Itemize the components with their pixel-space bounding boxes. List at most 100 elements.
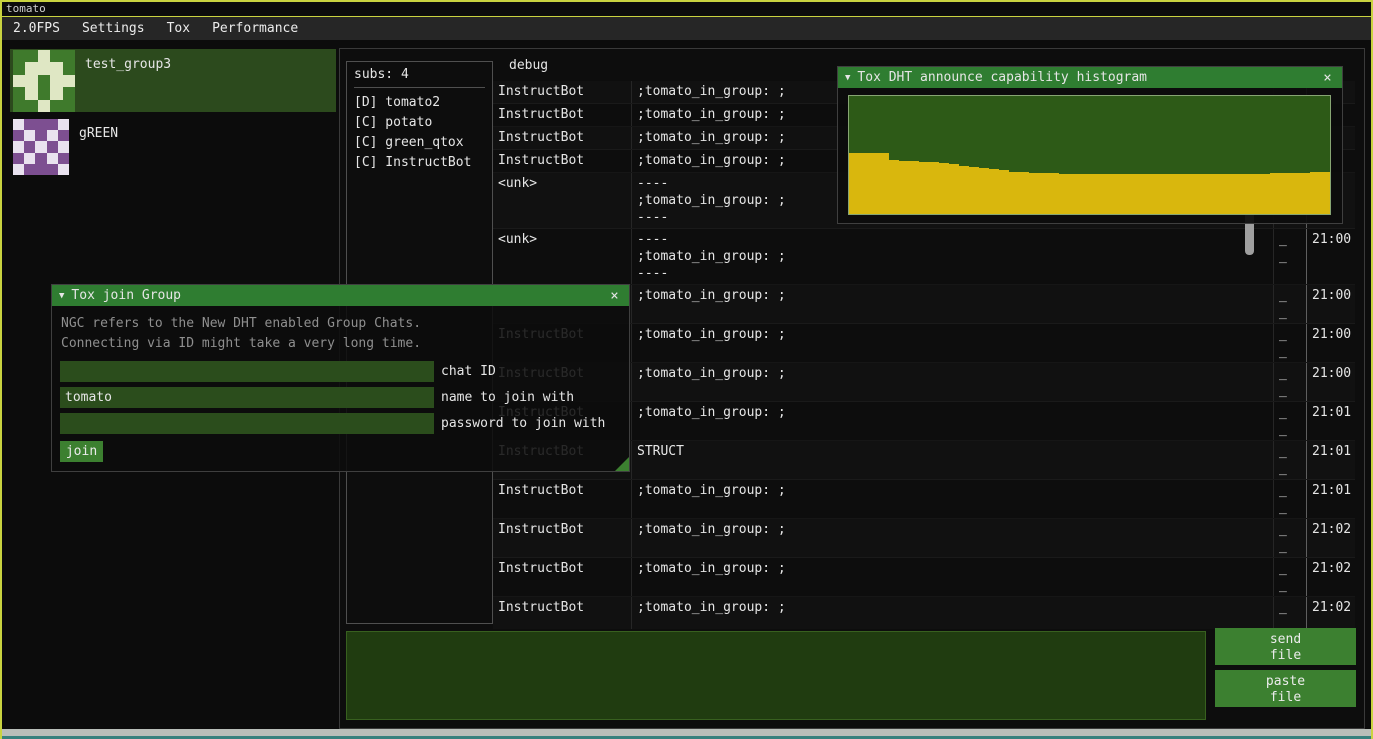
message-text: ;tomato_in_group: ; — [631, 285, 1273, 323]
histogram-window: ▼ Tox DHT announce capability histogram … — [837, 66, 1343, 224]
app-window: tomato 2.0FPSSettingsToxPerformance test… — [0, 0, 1373, 739]
histogram-bar — [869, 153, 879, 214]
join-window-titlebar[interactable]: ▼ Tox join Group × — [52, 285, 629, 306]
menu-item-performance[interactable]: Performance — [201, 17, 309, 40]
histogram-bar — [1139, 174, 1149, 214]
histogram-bar — [899, 161, 909, 214]
join-password-input[interactable] — [60, 413, 434, 434]
window-title: tomato — [2, 2, 1371, 17]
message-time: 21:01 — [1306, 480, 1355, 518]
histogram-bar — [1280, 173, 1290, 214]
histogram-bar — [1059, 174, 1069, 214]
histogram-bar — [1159, 174, 1169, 214]
message-flags: _ _ — [1273, 519, 1306, 557]
message-input[interactable] — [346, 631, 1206, 720]
histogram-bar — [1099, 174, 1109, 214]
histogram-window-titlebar[interactable]: ▼ Tox DHT announce capability histogram … — [838, 67, 1342, 88]
message-text: ;tomato_in_group: ; — [631, 519, 1273, 557]
join-info-line-1: NGC refers to the New DHT enabled Group … — [61, 314, 620, 334]
histogram-bar — [919, 162, 929, 214]
histogram-bar — [1250, 174, 1260, 214]
histogram-plot — [848, 95, 1331, 215]
message-flags: _ _ — [1273, 363, 1306, 401]
message-row: InstructBot;tomato_in_group: ;_ _21:02 — [493, 519, 1355, 558]
group-name: test_group3 — [85, 49, 171, 112]
send-file-button[interactable]: send file — [1215, 628, 1356, 665]
join-button[interactable]: join — [60, 441, 103, 462]
message-flags: _ _ — [1273, 558, 1306, 596]
chat-id-input[interactable] — [60, 361, 434, 382]
histogram-bar — [1170, 174, 1180, 214]
histogram-bar — [949, 164, 959, 214]
message-text: ;tomato_in_group: ; — [631, 402, 1273, 440]
close-icon[interactable]: × — [1320, 70, 1335, 86]
message-text: ;tomato_in_group: ; — [631, 324, 1273, 362]
message-text: ---- ;tomato_in_group: ; ---- — [631, 229, 1273, 284]
message-time: 21:02 — [1306, 558, 1355, 596]
chat-id-label: chat ID — [441, 364, 496, 379]
subs-list-item[interactable]: [C] potato — [354, 113, 485, 133]
histogram-bar — [1079, 174, 1089, 214]
message-flags: _ _ — [1273, 402, 1306, 440]
group-item-gREEN[interactable]: gREEN — [10, 118, 336, 181]
histogram-bar — [1270, 173, 1280, 214]
group-item-test_group3[interactable]: test_group3 — [10, 49, 336, 112]
histogram-bar — [1210, 174, 1220, 214]
histogram-bar — [1200, 174, 1210, 214]
subs-list: [D] tomato2[C] potato[C] green_qtox[C] I… — [354, 93, 485, 173]
subs-list-item[interactable]: [C] green_qtox — [354, 133, 485, 153]
horizontal-scrollbar[interactable] — [2, 729, 1371, 736]
message-row: <unk>---- ;tomato_in_group: ; ----_ _21:… — [493, 229, 1355, 285]
join-name-input[interactable] — [60, 387, 434, 408]
message-sender: <unk> — [493, 229, 631, 284]
group-avatar — [13, 119, 69, 175]
histogram-bar — [859, 153, 869, 214]
join-field-row: password to join with — [60, 413, 629, 434]
histogram-bar — [909, 161, 919, 214]
join-password-label: password to join with — [441, 416, 605, 431]
histogram-bar — [1049, 173, 1059, 214]
menu-item-tox[interactable]: Tox — [156, 17, 201, 40]
histogram-window-title: Tox DHT announce capability histogram — [857, 70, 1313, 85]
collapse-icon[interactable]: ▼ — [845, 73, 850, 83]
message-flags: _ _ — [1273, 324, 1306, 362]
message-sender: InstructBot — [493, 150, 631, 172]
resize-grip[interactable] — [615, 457, 629, 471]
message-text: ;tomato_in_group: ; — [631, 480, 1273, 518]
histogram-bar — [1190, 174, 1200, 214]
menu-item-settings[interactable]: Settings — [71, 17, 156, 40]
message-time: 21:01 — [1306, 441, 1355, 479]
message-sender: InstructBot — [493, 104, 631, 126]
histogram-bar — [1320, 172, 1330, 214]
histogram-bar — [1089, 174, 1099, 214]
message-flags: _ _ — [1273, 441, 1306, 479]
close-icon[interactable]: × — [607, 288, 622, 304]
subs-list-item[interactable]: [D] tomato2 — [354, 93, 485, 113]
histogram-bar — [1119, 174, 1129, 214]
message-row: InstructBot;tomato_in_group: ;_ _21:01 — [493, 480, 1355, 519]
message-time: 21:00 — [1306, 324, 1355, 362]
message-flags: _ _ — [1273, 285, 1306, 323]
histogram-bar — [1300, 173, 1310, 214]
histogram-bar — [1039, 173, 1049, 214]
histogram-bar — [969, 167, 979, 214]
collapse-icon[interactable]: ▼ — [59, 291, 64, 301]
histogram-bar — [979, 168, 989, 214]
subs-list-item[interactable]: [C] InstructBot — [354, 153, 485, 173]
message-text: ;tomato_in_group: ; — [631, 558, 1273, 596]
histogram-bar — [1129, 174, 1139, 214]
histogram-bar — [959, 166, 969, 214]
message-time: 21:00 — [1306, 363, 1355, 401]
histogram-bar — [889, 160, 899, 214]
group-avatar — [13, 50, 75, 112]
join-field-row: name to join with — [60, 387, 629, 408]
histogram-bar — [849, 153, 859, 214]
message-time: 21:00 — [1306, 285, 1355, 323]
histogram-bar — [1260, 174, 1270, 214]
join-info-line-2: Connecting via ID might take a very long… — [61, 334, 620, 354]
message-row: InstructBot;tomato_in_group: ;_ _21:02 — [493, 597, 1355, 629]
group-name: gREEN — [79, 118, 118, 181]
message-sender: <unk> — [493, 173, 631, 228]
message-sender: InstructBot — [493, 81, 631, 103]
paste-file-button[interactable]: paste file — [1215, 670, 1356, 707]
